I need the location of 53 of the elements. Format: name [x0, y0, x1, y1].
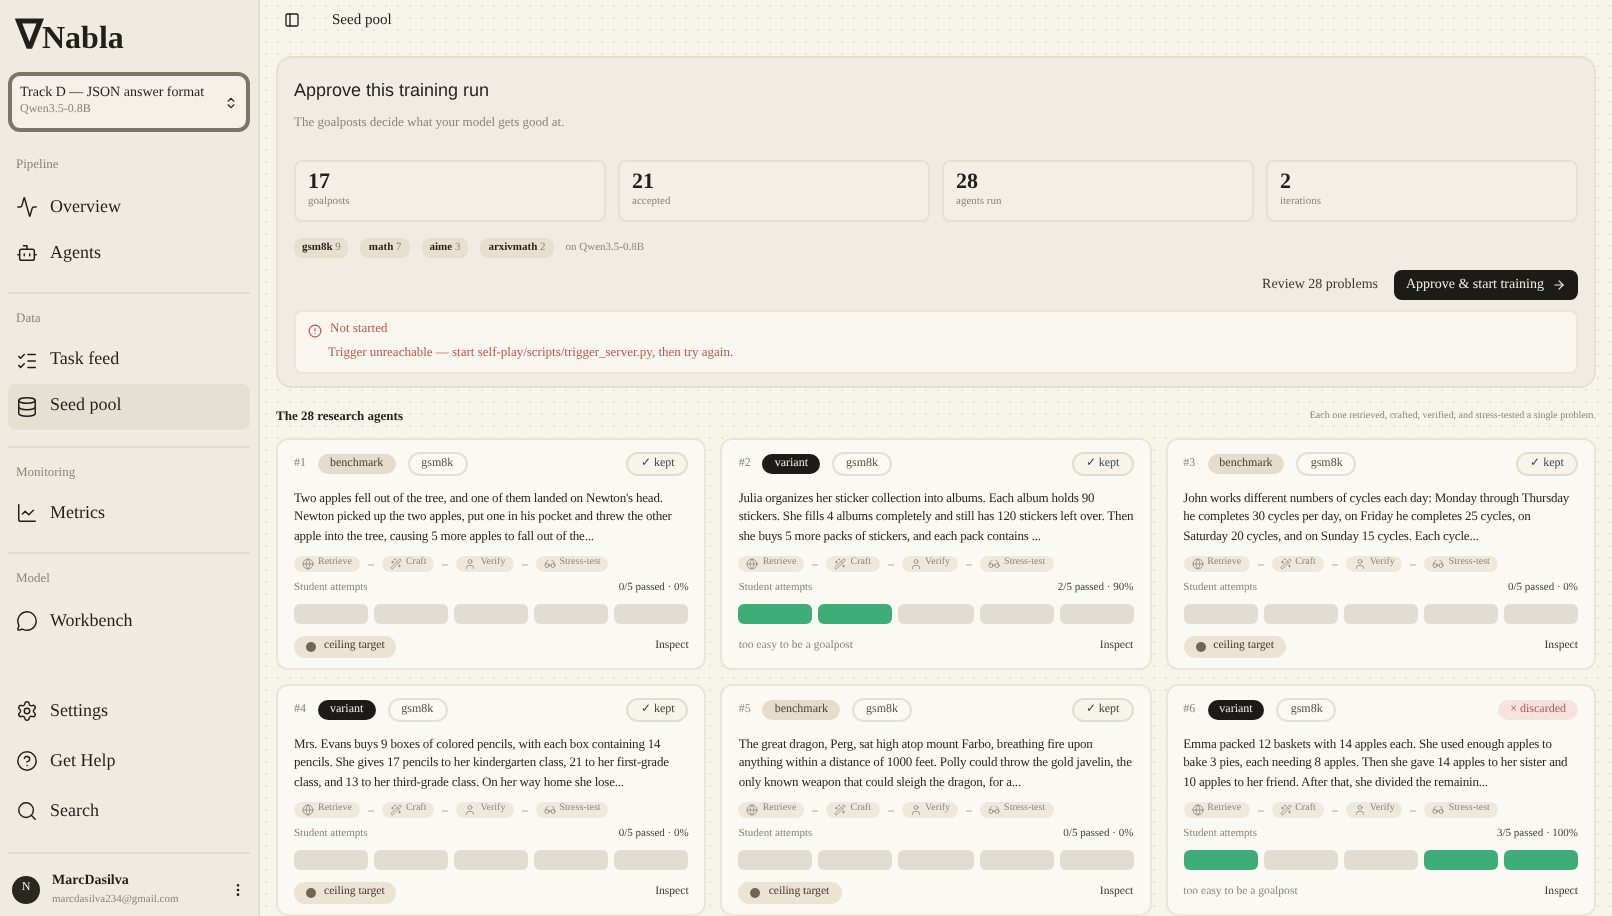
person-icon [464, 558, 477, 570]
person-icon [1353, 804, 1366, 816]
panel-title: Approve this training run [294, 78, 492, 104]
nav-item[interactable]: Agents [8, 229, 250, 276]
chat-bubble-icon [16, 610, 38, 632]
globe-icon [746, 804, 759, 816]
glasses-icon [543, 804, 556, 816]
search-icon [16, 800, 38, 823]
database-icon [16, 395, 38, 417]
wand-icon [389, 558, 402, 570]
person-icon [909, 558, 922, 570]
brand-name: Nabla [42, 24, 124, 56]
globe-icon [1191, 804, 1204, 816]
wand-icon [1279, 804, 1292, 816]
glasses-icon [1432, 558, 1445, 570]
stat-value: 28 [956, 170, 980, 195]
globe-icon [302, 804, 314, 816]
nav-item[interactable]: Get Help [8, 736, 250, 787]
globe-icon [1191, 558, 1204, 570]
wand-icon [1279, 558, 1292, 570]
globe-icon [746, 558, 759, 570]
stat-value: 2 [1280, 170, 1293, 195]
wand-icon [834, 804, 847, 816]
stat-value: 17 [308, 170, 332, 195]
glasses-icon [543, 558, 556, 570]
person-icon [909, 804, 922, 816]
sidebar-toggle-icon[interactable] [284, 12, 300, 28]
nav-item[interactable]: Overview [8, 183, 250, 230]
person-icon [464, 804, 477, 816]
wand-icon [389, 804, 402, 816]
chevrons-icon [224, 95, 238, 109]
nav-item[interactable]: Search [8, 786, 250, 837]
help-icon [16, 750, 38, 773]
alert-icon [308, 323, 322, 338]
settings-icon [16, 700, 38, 723]
person-icon [1353, 558, 1366, 570]
glasses-icon [1432, 804, 1445, 816]
nav-item[interactable]: Metrics [8, 490, 250, 537]
robot-icon [16, 241, 38, 264]
globe-icon [302, 558, 314, 570]
nav-item[interactable]: Settings [8, 686, 250, 737]
pulse-icon [16, 195, 38, 218]
nav-item[interactable]: Workbench [8, 598, 250, 644]
logo-mark: ∇ [16, 16, 42, 56]
nav-item[interactable]: Seed pool [8, 383, 250, 429]
arrow-right-icon [1552, 278, 1566, 292]
stat-value: 21 [632, 170, 656, 195]
wand-icon [834, 558, 847, 570]
glasses-icon [988, 558, 1001, 570]
checklist-icon [16, 349, 38, 371]
glasses-icon [988, 804, 1001, 816]
line-chart-icon [16, 502, 38, 525]
nav-item[interactable]: Task feed [8, 337, 250, 383]
